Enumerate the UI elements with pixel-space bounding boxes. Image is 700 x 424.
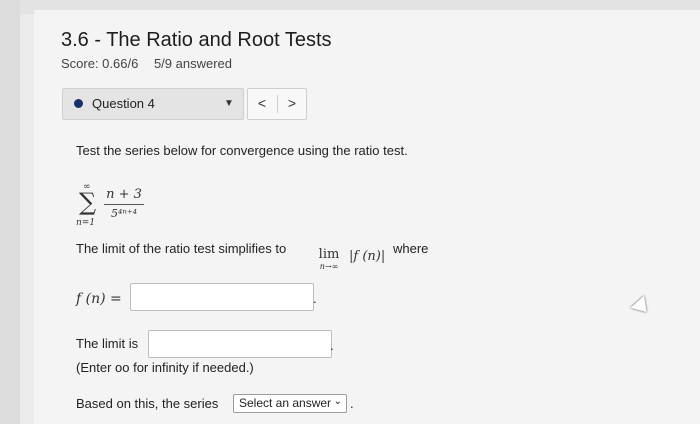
previous-question-button[interactable]: < <box>248 95 276 111</box>
sigma-icon: ∑ <box>79 188 97 216</box>
answered-count: 5/9 answered <box>153 56 233 71</box>
conclusion-trailing-period: . <box>350 396 354 411</box>
fn-trailing-period: . <box>313 291 317 306</box>
caret-down-icon: ▼ <box>224 98 234 109</box>
outer-frame-edge <box>0 0 20 424</box>
assignment-page: 3.6 - The Ratio and Root Tests Score: 0.… <box>34 10 700 424</box>
page-title: 3.6 - The Ratio and Root Tests <box>61 29 332 51</box>
limit-answer-input[interactable] <box>148 330 332 358</box>
convergence-select[interactable]: Select an answer ⌄ <box>233 394 347 413</box>
limit-expression: lim n→∞ <box>311 247 347 271</box>
infinity-hint: (Enter oo for infinity if needed.) <box>76 360 254 375</box>
next-question-button[interactable]: > <box>277 95 306 113</box>
series-expression: ∞ ∑ n=1 n + 3 5⁴ⁿ⁺⁴ <box>76 182 166 232</box>
limit-description: The limit of the ratio test simplifies t… <box>76 241 287 256</box>
score-line: Score: 0.66/6 5/9 answered <box>61 56 244 71</box>
select-label: Select an answer <box>239 396 332 410</box>
term-numerator: n + 3 <box>106 187 142 202</box>
fraction-bar <box>104 204 144 205</box>
status-dot-icon <box>74 99 83 108</box>
chevron-down-icon: ⌄ <box>333 396 342 407</box>
limit-subscript: n→∞ <box>319 262 339 271</box>
score-text: Score: 0.66/6 <box>61 56 139 71</box>
problem-prompt: Test the series below for convergence us… <box>76 143 408 158</box>
limit-trailing-period: . <box>330 338 334 353</box>
series-term: n + 3 5⁴ⁿ⁺⁴ <box>104 187 144 220</box>
conclusion-text: Based on this, the series <box>76 396 219 411</box>
question-label: Question 4 <box>92 96 155 111</box>
question-nav: < > <box>247 88 307 120</box>
limit-word: lim <box>318 247 340 262</box>
fn-answer-input[interactable] <box>130 283 314 311</box>
where-text: where <box>393 241 429 256</box>
absolute-value-expression: |f (n)| <box>349 249 386 264</box>
sum-lower-limit: n=1 <box>76 218 96 228</box>
mouse-pointer-icon <box>630 295 654 319</box>
term-denominator: 5⁴ⁿ⁺⁴ <box>110 207 138 220</box>
fn-label: f (n) = <box>76 291 122 307</box>
limit-is-label: The limit is <box>76 336 139 351</box>
question-selector[interactable]: Question 4 ▼ <box>62 88 244 120</box>
